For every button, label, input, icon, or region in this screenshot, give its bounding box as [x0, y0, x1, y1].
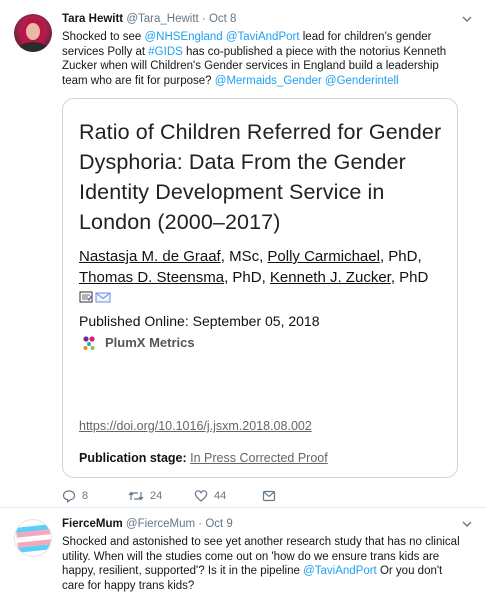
display-name[interactable]: Tara Hewitt — [62, 13, 123, 25]
chevron-down-icon[interactable] — [462, 14, 472, 24]
tweet-fiercemum[interactable]: FierceMum @FierceMum · Oct 9 Shocked and… — [0, 508, 486, 600]
display-name[interactable]: FierceMum — [62, 518, 123, 530]
tweet-header: FierceMum @FierceMum · Oct 9 — [62, 518, 233, 530]
mention-taviandport[interactable]: @TaviAndPort — [303, 565, 377, 577]
handle-and-time[interactable]: @Tara_Hewitt · Oct 8 — [126, 13, 236, 25]
dm-button[interactable] — [262, 489, 276, 503]
avatar[interactable] — [14, 519, 52, 557]
publication-stage: Publication stage: In Press Corrected Pr… — [79, 451, 328, 465]
author-degree: , MSc, — [220, 248, 268, 265]
published-date: Published Online: September 05, 2018 — [79, 312, 320, 329]
tweet-tara-hewitt[interactable]: Tara Hewitt @Tara_Hewitt · Oct 8 Shocked… — [0, 0, 486, 508]
tweet-text: Shocked and astonished to see yet anothe… — [62, 535, 460, 593]
author-degree: , PhD, — [224, 268, 270, 286]
reply-icon — [62, 490, 76, 503]
handle-and-time[interactable]: @FierceMum · Oct 9 — [126, 518, 233, 530]
dm-icon — [262, 490, 276, 502]
avatar-face — [26, 23, 40, 40]
author-degree: , PhD — [390, 268, 429, 286]
publication-stage-link[interactable]: In Press Corrected Proof — [190, 451, 328, 465]
hashtag-gids[interactable]: #GIDS — [148, 46, 183, 58]
text-segment: Shocked to see — [62, 31, 145, 43]
trans-flag-image — [15, 524, 51, 553]
reply-button[interactable]: 8 — [62, 489, 128, 503]
tweet-text: Shocked to see @NHSEngland @TaviAndPort … — [62, 30, 460, 88]
author-link[interactable]: Polly Carmichael — [267, 248, 380, 265]
tweet-actions: 8 24 44 — [62, 488, 276, 504]
article-card[interactable]: Ratio of Children Referred for Gender Dy… — [62, 98, 458, 478]
article-title: Ratio of Children Referred for Gender Dy… — [79, 120, 442, 234]
plumx-label: PlumX Metrics — [105, 335, 195, 350]
article-authors: Nastasja M. de Graaf, MSc, Polly Carmich… — [79, 247, 449, 309]
tweet-header: Tara Hewitt @Tara_Hewitt · Oct 8 — [62, 13, 236, 25]
mention-taviandport[interactable]: @TaviAndPort — [226, 31, 300, 43]
plumx-icon — [83, 335, 95, 350]
plumx-metrics[interactable]: PlumX Metrics — [79, 335, 449, 351]
mail-icon[interactable] — [79, 290, 111, 304]
heart-icon — [194, 490, 208, 502]
author-degree: , PhD, — [379, 248, 422, 265]
avatar[interactable] — [14, 14, 52, 52]
mention-genderintell[interactable]: @Genderintell — [325, 75, 399, 87]
doi-link[interactable]: https://doi.org/10.1016/j.jsxm.2018.08.0… — [79, 419, 312, 433]
author-link[interactable]: Nastasja M. de Graaf — [79, 248, 221, 265]
chevron-down-icon[interactable] — [462, 519, 472, 529]
retweet-count: 24 — [150, 490, 163, 502]
reply-count: 8 — [82, 490, 89, 502]
mention-mermaids-gender[interactable]: @Mermaids_Gender — [215, 75, 322, 87]
retweet-button[interactable]: 24 — [128, 489, 194, 503]
like-count: 44 — [214, 490, 227, 502]
like-button[interactable]: 44 — [194, 489, 262, 503]
author-link[interactable]: Thomas D. Steensma — [79, 269, 224, 286]
author-link[interactable]: Kenneth J. Zucker — [270, 269, 391, 286]
publication-stage-label: Publication stage: — [79, 451, 187, 465]
retweet-icon — [128, 491, 144, 501]
avatar-shoulders — [18, 42, 48, 52]
mention-nhsengland[interactable]: @NHSEngland — [144, 31, 222, 43]
